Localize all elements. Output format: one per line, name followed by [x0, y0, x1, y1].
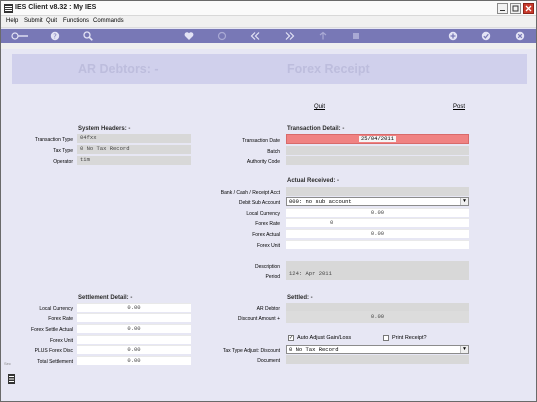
debit-sub-account-label: Debit Sub Account — [238, 200, 280, 206]
title-bar: IES Client v8.32 : My IES — [1, 1, 536, 16]
debit-sub-account-select[interactable]: 000: no sub account ▼ — [286, 197, 469, 206]
close-form-icon[interactable] — [515, 31, 525, 41]
document-field[interactable] — [286, 355, 469, 364]
settle-local-currency-label: Local Currency — [39, 306, 73, 312]
page-banner: AR Debtors: - Forex Receipt — [12, 54, 527, 84]
period-field[interactable]: 124: Apr 2011 — [286, 268, 469, 280]
window-title: IES Client v8.32 : My IES — [15, 4, 97, 11]
total-settlement-field: 0.00 — [77, 356, 191, 365]
menu-bar: Help Submit Quit Functions Commands — [1, 16, 536, 28]
toolbar: ? — [1, 29, 536, 43]
help-icon[interactable]: ? — [50, 31, 60, 41]
operator-field: tim — [77, 156, 191, 165]
post-link[interactable]: Post — [453, 104, 465, 110]
maximize-button[interactable] — [510, 3, 521, 14]
close-window-button[interactable] — [523, 3, 534, 14]
discount-amount-label: Discount Amount + — [237, 316, 280, 322]
settle-forex-unit-label: Forex Unit — [49, 338, 73, 344]
fast-forward-icon[interactable] — [285, 31, 295, 41]
heart-icon[interactable] — [184, 31, 194, 41]
search-icon[interactable] — [83, 31, 93, 41]
transaction-type-field: 04fxx — [77, 134, 191, 143]
forex-rate-label: Forex Rate — [255, 221, 280, 227]
description-label: Description — [254, 264, 280, 270]
transaction-detail-title: Transaction Detail: - — [287, 126, 345, 132]
upload-icon[interactable] — [318, 31, 328, 41]
authority-code-label: Authority Code — [246, 159, 280, 165]
authority-code-field[interactable] — [286, 156, 469, 165]
total-settlement-label: Total Settlement — [37, 359, 73, 365]
batch-label: Batch — [267, 149, 280, 155]
chevron-down-icon: ▼ — [460, 346, 468, 353]
minimize-button[interactable] — [497, 3, 508, 14]
plus-forex-disc-label: PLUS Forex Disc — [34, 348, 73, 354]
key-icon[interactable] — [11, 31, 29, 41]
plus-forex-disc-field[interactable]: 0.00 — [77, 345, 191, 354]
list-icon[interactable] — [8, 374, 15, 384]
auto-adjust-checkbox[interactable]: ✓ — [288, 335, 294, 341]
menu-quit[interactable]: Quit — [46, 18, 57, 24]
transaction-date-value: 25/04/2011 — [358, 135, 396, 142]
forex-settle-actual-label: Forex Settle Actual — [31, 327, 73, 333]
menu-functions[interactable]: Functions — [63, 18, 89, 24]
operator-label: Operator — [53, 159, 73, 165]
app-window: IES Client v8.32 : My IES Help Submit Qu… — [0, 0, 537, 402]
minimize-icon — [500, 10, 505, 11]
check-icon[interactable] — [481, 31, 491, 41]
maximize-icon — [512, 5, 519, 12]
auto-adjust-label: Auto Adjust Gain/Loss — [297, 335, 352, 341]
checkmark-icon: ✓ — [289, 335, 294, 341]
tax-type-label: Tax Type — [53, 148, 73, 154]
settle-forex-rate-label: Forex Rate — [48, 316, 73, 322]
chevron-down-icon: ▼ — [460, 198, 468, 205]
transaction-type-label: Transaction Type — [34, 137, 73, 143]
page-subtitle: Forex Receipt — [287, 62, 370, 76]
settle-forex-unit-field[interactable] — [77, 335, 191, 344]
actual-received-title: Actual Received: - — [287, 178, 340, 184]
print-receipt-label: Print Receipt? — [392, 335, 427, 341]
settle-local-currency-field[interactable]: 0.00 — [77, 303, 191, 312]
transaction-date-label: Transaction Date — [242, 138, 280, 144]
refresh-icon[interactable] — [217, 31, 227, 41]
settlement-detail-title: Settlement Detail: - — [78, 295, 133, 301]
system-headers-title: System Headers: - — [78, 126, 131, 132]
ar-debtor-label: AR Debtor — [256, 306, 280, 312]
print-receipt-checkbox[interactable] — [383, 335, 389, 341]
page-title: AR Debtors: - — [78, 62, 159, 76]
stop-icon[interactable] — [351, 31, 361, 41]
quit-link[interactable]: Quit — [314, 104, 325, 110]
forex-unit-label: Forex Unit — [256, 243, 280, 249]
forex-rate-field[interactable]: 0 — [286, 218, 469, 227]
toolbar-divider — [1, 43, 536, 49]
local-currency-label: Local Currency — [246, 211, 280, 217]
svg-text:?: ? — [53, 33, 57, 41]
settle-forex-rate-field[interactable] — [77, 313, 191, 322]
debit-sub-account-value: 000: no sub account — [289, 198, 352, 205]
menu-help[interactable]: Help — [6, 18, 18, 24]
app-logo-icon — [4, 4, 13, 13]
close-icon — [525, 5, 532, 12]
tax-type-adjust-value: 0 No Tax Record — [289, 346, 339, 353]
forex-unit-field[interactable] — [286, 240, 469, 249]
discount-amount-field[interactable]: 0.00 — [286, 311, 469, 323]
bank-cash-receipt-acct-label: Bank / Cash / Receipt Acct — [220, 190, 280, 196]
document-label: Document — [257, 358, 280, 364]
menu-commands[interactable]: Commands — [93, 18, 124, 24]
tax-type-adjust-select[interactable]: 0 No Tax Record ▼ — [286, 345, 469, 354]
local-currency-field[interactable]: 0.00 — [286, 208, 469, 217]
tax-type-adjust-label: Tax Type Adjust: Discount — [222, 348, 280, 354]
period-label: Period — [265, 274, 280, 280]
menu-submit[interactable]: Submit — [24, 18, 43, 24]
forex-actual-label: Forex Actual — [252, 232, 280, 238]
batch-field[interactable] — [286, 146, 469, 155]
tax-type-field: 0 No Tax Record — [77, 145, 191, 154]
side-tab-label[interactable]: Sec — [4, 361, 11, 366]
forex-settle-actual-field[interactable]: 0.00 — [77, 324, 191, 333]
transaction-date-field[interactable]: 25/04/2011 — [286, 134, 469, 144]
bank-cash-receipt-acct-field[interactable] — [286, 187, 469, 196]
settled-title: Settled: - — [287, 295, 313, 301]
add-icon[interactable] — [448, 31, 458, 41]
rewind-icon[interactable] — [250, 31, 260, 41]
forex-actual-field[interactable]: 0.00 — [286, 229, 469, 238]
